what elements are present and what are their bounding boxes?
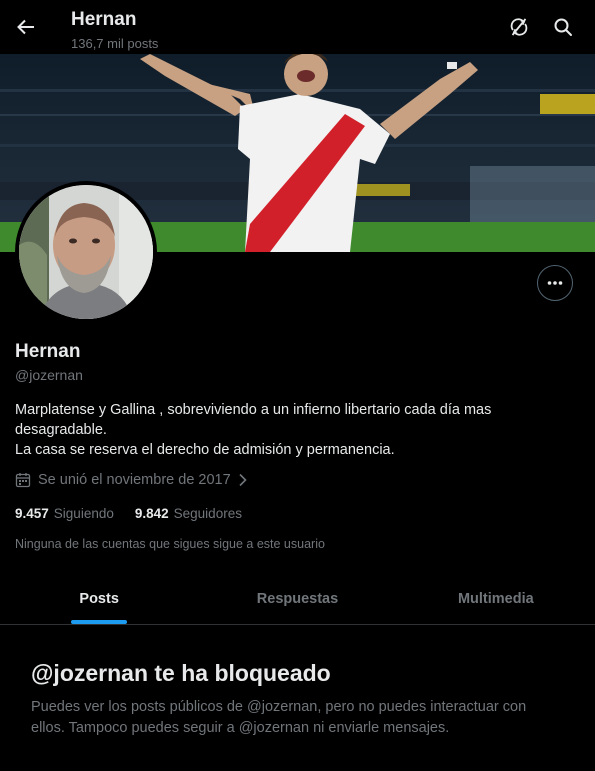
tab-label: Multimedia — [457, 591, 534, 607]
refresh-button[interactable] — [506, 14, 532, 40]
more-options-button[interactable] — [537, 265, 573, 301]
profile-handle: @jozernan — [15, 367, 83, 383]
profile-avatar[interactable] — [15, 181, 157, 323]
mutual-followers-note: Ninguna de las cuentas que sigues sigue … — [15, 537, 325, 551]
active-tab-indicator — [71, 620, 128, 624]
profile-name: Hernan — [15, 341, 81, 362]
blocked-title: @jozernan te ha bloqueado — [31, 660, 331, 686]
tab-label: Respuestas — [256, 591, 339, 607]
joined-text: Se unió el noviembre de 2017 — [38, 472, 231, 488]
tab-media[interactable]: Multimedia — [397, 574, 595, 624]
arrow-left-icon — [17, 19, 34, 35]
tab-posts[interactable]: Posts — [0, 574, 198, 624]
joined-date[interactable]: Se unió el noviembre de 2017 — [15, 470, 248, 490]
following-label: Siguiendo — [53, 506, 114, 521]
profile-bio: Marplatense y Gallina , sobreviviendo a … — [15, 400, 575, 460]
post-count: 136,7 mil posts — [71, 36, 159, 51]
tab-replies[interactable]: Respuestas — [198, 574, 396, 624]
back-button[interactable] — [12, 13, 40, 41]
followers-count: 9.842 — [134, 506, 169, 521]
search-button[interactable] — [550, 14, 576, 40]
tab-label: Posts — [79, 591, 119, 607]
profile-tabs: Posts Respuestas Multimedia — [0, 574, 595, 625]
calendar-icon — [15, 473, 31, 488]
blocked-description: Puedes ver los posts públicos de @jozern… — [31, 699, 527, 736]
following-count: 9.457 — [15, 506, 49, 521]
search-icon — [554, 18, 572, 36]
follow-stats: 9.457 Siguiendo 9.842 Seguidores — [15, 506, 263, 521]
header-name: Hernan — [71, 9, 137, 30]
avatar — [19, 185, 153, 319]
chevron-right-icon — [239, 473, 247, 487]
bio-line: La casa se reserva el derecho de admisió… — [15, 442, 395, 458]
bio-line: Marplatense y Gallina , sobreviviendo a … — [15, 402, 492, 418]
refresh-icon — [510, 18, 528, 36]
bio-line: desagradable. — [15, 422, 107, 438]
more-horizontal-icon — [547, 281, 563, 285]
following-link[interactable]: 9.457 Siguiendo — [15, 506, 114, 521]
followers-label: Seguidores — [173, 506, 242, 521]
top-bar: Hernan 136,7 mil posts — [0, 0, 595, 54]
followers-link[interactable]: 9.842 Seguidores — [135, 506, 242, 521]
